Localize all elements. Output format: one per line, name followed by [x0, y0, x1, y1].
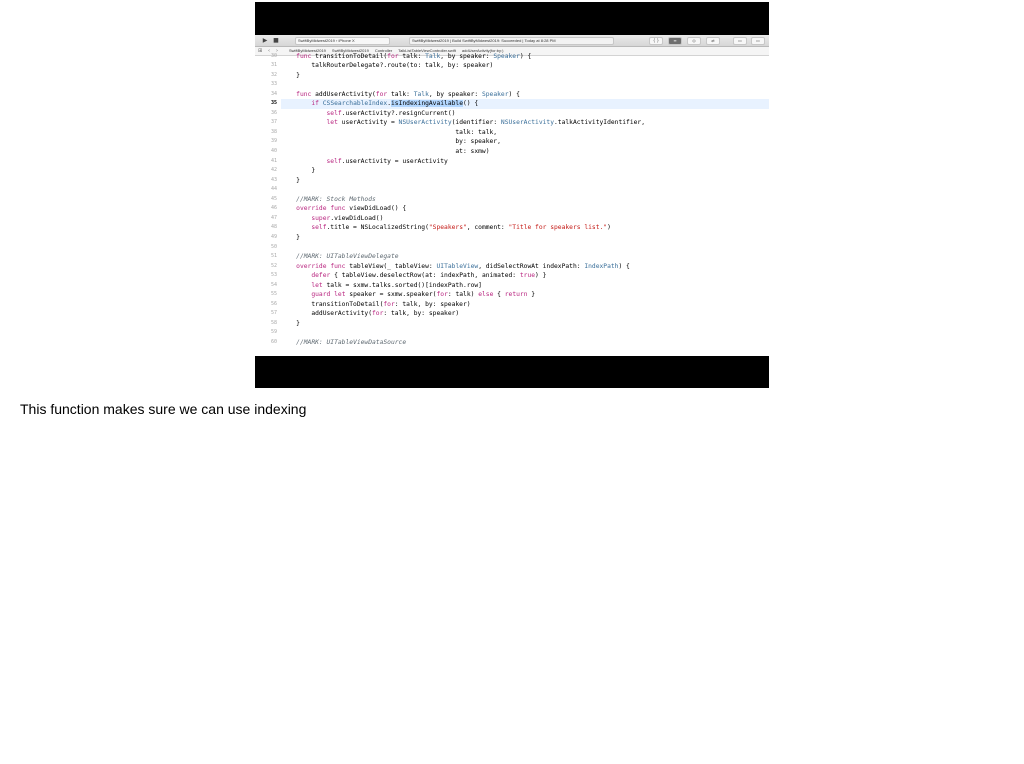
code-line[interactable]: override func viewDidLoad() {: [281, 204, 769, 214]
play-icon[interactable]: ▶: [261, 37, 269, 44]
code-line[interactable]: talk: talk,: [281, 128, 769, 138]
code-line[interactable]: self.userActivity?.resignCurrent(): [281, 109, 769, 119]
code-line[interactable]: }: [281, 166, 769, 176]
slide-caption: This function makes sure we can use inde…: [20, 401, 307, 417]
code-line[interactable]: [281, 328, 769, 338]
version-editor-icon[interactable]: ⇄: [706, 37, 720, 45]
assistant-editor-icon[interactable]: ◎: [687, 37, 701, 45]
line-number: 33: [270, 81, 277, 88]
navigator-toggle-icon[interactable]: ▭: [733, 37, 747, 45]
code-line[interactable]: }: [281, 71, 769, 81]
code-line[interactable]: }: [281, 176, 769, 186]
code-line[interactable]: //MARK: UITableViewDelegate: [281, 252, 769, 262]
library-icon[interactable]: { }: [649, 37, 663, 45]
activity-status: SwiftByMidwest2019 | Build SwiftByMidwes…: [409, 37, 614, 45]
code-line[interactable]: by: speaker,: [281, 137, 769, 147]
code-line[interactable]: }: [281, 233, 769, 243]
line-number: 58: [270, 319, 277, 326]
line-number: 38: [270, 128, 277, 135]
line-number: 53: [270, 272, 277, 279]
line-number: 46: [270, 205, 277, 212]
line-number: 49: [270, 233, 277, 240]
code-line[interactable]: self.userActivity = userActivity: [281, 157, 769, 167]
code-line[interactable]: self.title = NSLocalizedString("Speakers…: [281, 223, 769, 233]
scheme-selector[interactable]: SwiftByMidwest2019 › iPhone X: [295, 37, 390, 45]
back-icon[interactable]: ‹: [268, 47, 270, 55]
line-number: 57: [270, 310, 277, 317]
code-line[interactable]: if CSSearchableIndex.isIndexingAvailable…: [281, 99, 769, 109]
line-number: 40: [270, 148, 277, 154]
line-number: 30: [270, 52, 277, 59]
code-line[interactable]: func addUserActivity(for talk: Talk, by …: [281, 90, 769, 100]
code-line[interactable]: super.viewDidLoad(): [281, 214, 769, 224]
code-line[interactable]: addUserActivity(for: talk, by: speaker): [281, 309, 769, 319]
line-number: 54: [270, 281, 277, 288]
line-number: 60: [270, 339, 277, 345]
code-line[interactable]: //MARK: Stock Methods: [281, 195, 769, 205]
line-number: 32: [270, 71, 277, 78]
xcode-toolbar: ▶ ■ SwiftByMidwest2019 › iPhone X SwiftB…: [255, 35, 769, 47]
code-line[interactable]: at: sxmw): [281, 147, 769, 157]
line-number: 44: [270, 186, 277, 193]
line-number: 47: [270, 214, 277, 221]
line-number: 51: [270, 253, 277, 260]
line-number: 48: [270, 224, 277, 231]
line-number: 56: [270, 300, 277, 307]
line-number: 50: [270, 243, 277, 250]
line-number: 36: [270, 109, 277, 116]
code-line[interactable]: }: [281, 319, 769, 329]
code-line[interactable]: guard let speaker = sxmw.speaker(for: ta…: [281, 290, 769, 300]
line-number: 35: [270, 100, 277, 107]
code-line[interactable]: talkRouterDelegate?.route(to: talk, by: …: [281, 61, 769, 71]
code-line[interactable]: //MARK: UITableViewDataSource: [281, 338, 769, 348]
line-number: 42: [270, 167, 277, 174]
stop-icon[interactable]: ■: [272, 37, 280, 44]
line-number: 52: [270, 262, 277, 269]
presentation-slide: ▶ ■ SwiftByMidwest2019 › iPhone X SwiftB…: [255, 2, 769, 388]
code-line[interactable]: transitionToDetail(for: talk, by: speake…: [281, 300, 769, 310]
line-number: 59: [270, 329, 277, 336]
line-number: 45: [270, 195, 277, 202]
related-items-icon[interactable]: ⊞: [258, 47, 262, 55]
code-line[interactable]: let talk = sxmw.talks.sorted()[indexPath…: [281, 281, 769, 291]
line-number: 31: [270, 62, 277, 69]
standard-editor-icon[interactable]: ≡: [668, 37, 682, 45]
xcode-window: ▶ ■ SwiftByMidwest2019 › iPhone X SwiftB…: [255, 35, 769, 356]
code-line[interactable]: defer { tableView.deselectRow(at: indexP…: [281, 271, 769, 281]
code-line[interactable]: let userActivity = NSUserActivity(identi…: [281, 118, 769, 128]
code-line[interactable]: override func tableView(_ tableView: UIT…: [281, 262, 769, 272]
code-line[interactable]: [281, 185, 769, 195]
line-number: 37: [270, 119, 277, 126]
line-number: 39: [270, 138, 277, 145]
line-number: 43: [270, 176, 277, 183]
line-number-gutter: 30 31 32 33 34 35 36 37 38 39 40 41 42 43 44 45 46 47 48 49…: [255, 53, 281, 356]
line-number: 41: [270, 157, 277, 164]
code-line[interactable]: [281, 243, 769, 253]
code-editor[interactable]: func transitionToDetail(for talk: Talk, …: [281, 53, 769, 356]
inspector-toggle-icon[interactable]: ▭: [751, 37, 765, 45]
code-line[interactable]: [281, 80, 769, 90]
line-number: 55: [270, 291, 277, 298]
line-number: 34: [270, 90, 277, 97]
code-line[interactable]: func transitionToDetail(for talk: Talk, …: [281, 52, 769, 62]
